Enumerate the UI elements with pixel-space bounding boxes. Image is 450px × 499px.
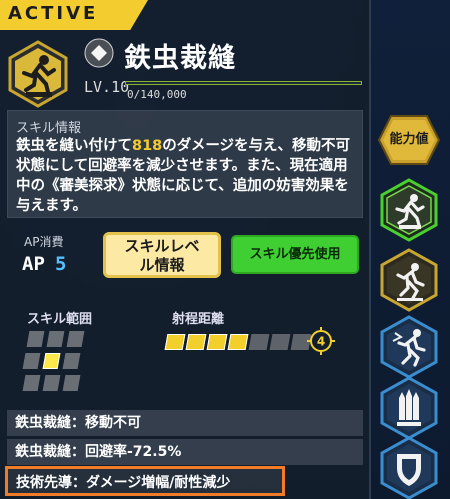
skill-name: 鉄虫裁縫	[124, 43, 236, 74]
range-cell	[46, 331, 65, 347]
range-segment-filled	[164, 334, 186, 350]
skill-description: 鉄虫を縫い付けて818のダメージを与え、移動不可状態にして回避率を減少させます。…	[16, 136, 358, 216]
stats-button[interactable]: 能力値	[377, 113, 441, 167]
skill-screen: ACTIVE 鉄虫裁縫 LV.10 0/140,000 スキル情報 鉄虫を縫い付…	[0, 0, 450, 499]
skill-info-box: スキル情報 鉄虫を縫い付けて818のダメージを与え、移動不可状態にして回避率を減…	[7, 110, 363, 218]
active-tab-label: ACTIVE	[8, 3, 99, 24]
xp-bar	[125, 81, 362, 85]
ap-key: AP	[22, 253, 45, 275]
skill-slot-sprint-icon[interactable]	[377, 315, 441, 379]
range-segment-filled	[206, 334, 228, 350]
skill-description-pre: 鉄虫を縫い付けて	[16, 138, 132, 154]
crosshair-icon: 4	[307, 327, 335, 355]
range-cell	[22, 375, 41, 391]
range-segment	[248, 334, 270, 350]
effect-row: 鉄虫裁縫：回避率-72.5%	[7, 439, 363, 465]
range-cell	[42, 375, 61, 391]
skill-slot-missile-icon[interactable]	[377, 376, 441, 440]
skill-range-grid	[22, 331, 104, 395]
skill-info-title: スキル情報	[16, 121, 82, 136]
range-cell	[26, 331, 45, 347]
xp-text: 0/140,000	[127, 88, 187, 101]
range-segment-filled	[185, 334, 207, 350]
ap-cost-value: 5	[55, 253, 67, 275]
range-distance-bar	[164, 334, 312, 352]
stats-button-label: 能力値	[389, 132, 429, 147]
skill-priority-button[interactable]: スキル優先使用	[231, 235, 359, 274]
effect-row: 鉄虫裁縫：移動不可	[7, 410, 363, 436]
range-segment-filled	[227, 334, 249, 350]
range-cell-active	[42, 353, 61, 369]
active-tab[interactable]: ACTIVE	[0, 0, 148, 30]
range-segment	[269, 334, 291, 350]
effect-row-highlighted: 技術先導：ダメージ増幅/耐性減少	[5, 466, 285, 496]
skill-emblem-icon	[8, 40, 68, 108]
skill-slot-runner-icon[interactable]	[377, 248, 441, 312]
range-cell	[22, 353, 41, 369]
skill-slot-shield-icon[interactable]	[377, 436, 441, 499]
skill-level-info-button[interactable]: スキルレベル情報	[103, 232, 221, 278]
skill-level: LV.10	[84, 78, 130, 96]
range-cell	[66, 331, 85, 347]
ap-cost-label: AP消費	[24, 235, 64, 249]
range-distance-label: 射程距離	[172, 312, 225, 327]
diamond-icon	[84, 38, 114, 68]
range-cell	[62, 353, 81, 369]
skill-range-label: スキル範囲	[27, 312, 93, 327]
skill-level-info-label: スキルレベル情報	[124, 237, 200, 274]
range-cell	[62, 375, 81, 391]
range-distance-value: 4	[317, 335, 325, 349]
skill-slot-selected-icon[interactable]	[377, 178, 441, 242]
damage-value: 818	[132, 138, 163, 154]
